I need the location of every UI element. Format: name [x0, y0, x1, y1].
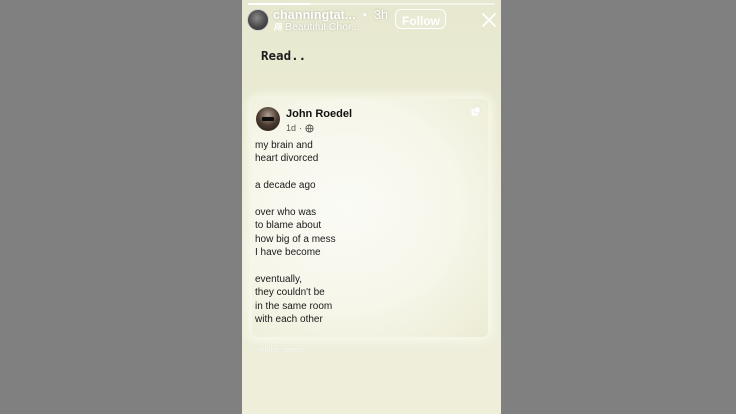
- poem-line: how big of a mess: [255, 233, 336, 245]
- music-attribution[interactable]: Beautiful Chor...: [273, 21, 360, 33]
- post-meta: 1d ·: [286, 123, 314, 133]
- verified-separator: •: [363, 10, 367, 21]
- poem-stanza: eventually, they couldn't be in the same r…: [255, 273, 475, 327]
- poem-line: a decade ago: [255, 180, 316, 192]
- poem-line: in the same room: [255, 300, 333, 312]
- poem-line: my brain and: [255, 140, 313, 151]
- poem-stanza: a decade ago: [255, 179, 475, 192]
- story-progress-fill: [248, 3, 310, 5]
- author-name: John Roedel: [286, 108, 353, 120]
- poem-stanza: my brain and heart divorced: [255, 139, 475, 166]
- shared-post-card[interactable]: John Roedel 1d · my brain and heart divor…: [252, 99, 488, 337]
- music-note-icon: [273, 22, 282, 31]
- music-title: Beautiful Chor...: [285, 21, 360, 33]
- story-viewer[interactable]: channingtat... • 3h Beautiful Chor... Fo…: [242, 0, 501, 414]
- close-icon[interactable]: [481, 12, 497, 28]
- story-caption: Read..: [261, 48, 307, 63]
- copy-icon: [471, 106, 481, 116]
- account-username[interactable]: channingtat...: [273, 8, 356, 22]
- poem-line: eventually,: [255, 274, 303, 286]
- story-progress-bar: [248, 3, 495, 5]
- follow-button[interactable]: Follow: [395, 9, 446, 29]
- account-avatar[interactable]: [247, 9, 269, 31]
- post-time: 3h: [374, 8, 388, 22]
- poem-line: I have become: [255, 247, 321, 259]
- meta-separator: ·: [299, 123, 303, 133]
- post-text: my brain and heart divorced a decade ago ov…: [255, 139, 475, 327]
- poem-line: with each other: [255, 314, 323, 326]
- globe-icon: [305, 123, 314, 133]
- poem-line: heart divorced: [255, 153, 319, 165]
- mention-credit[interactable]: @john_roedel_: [257, 345, 308, 354]
- poem-stanza: over who was to blame about how big of a m…: [255, 206, 475, 260]
- poem-line: over who was: [255, 207, 317, 218]
- story-header: channingtat... • 3h Beautiful Chor... Fo…: [242, 6, 501, 36]
- poem-line: to blame about: [255, 220, 322, 232]
- author-avatar: [256, 107, 280, 131]
- post-age: 1d: [286, 123, 297, 133]
- poem-line: they couldn't be: [255, 287, 325, 299]
